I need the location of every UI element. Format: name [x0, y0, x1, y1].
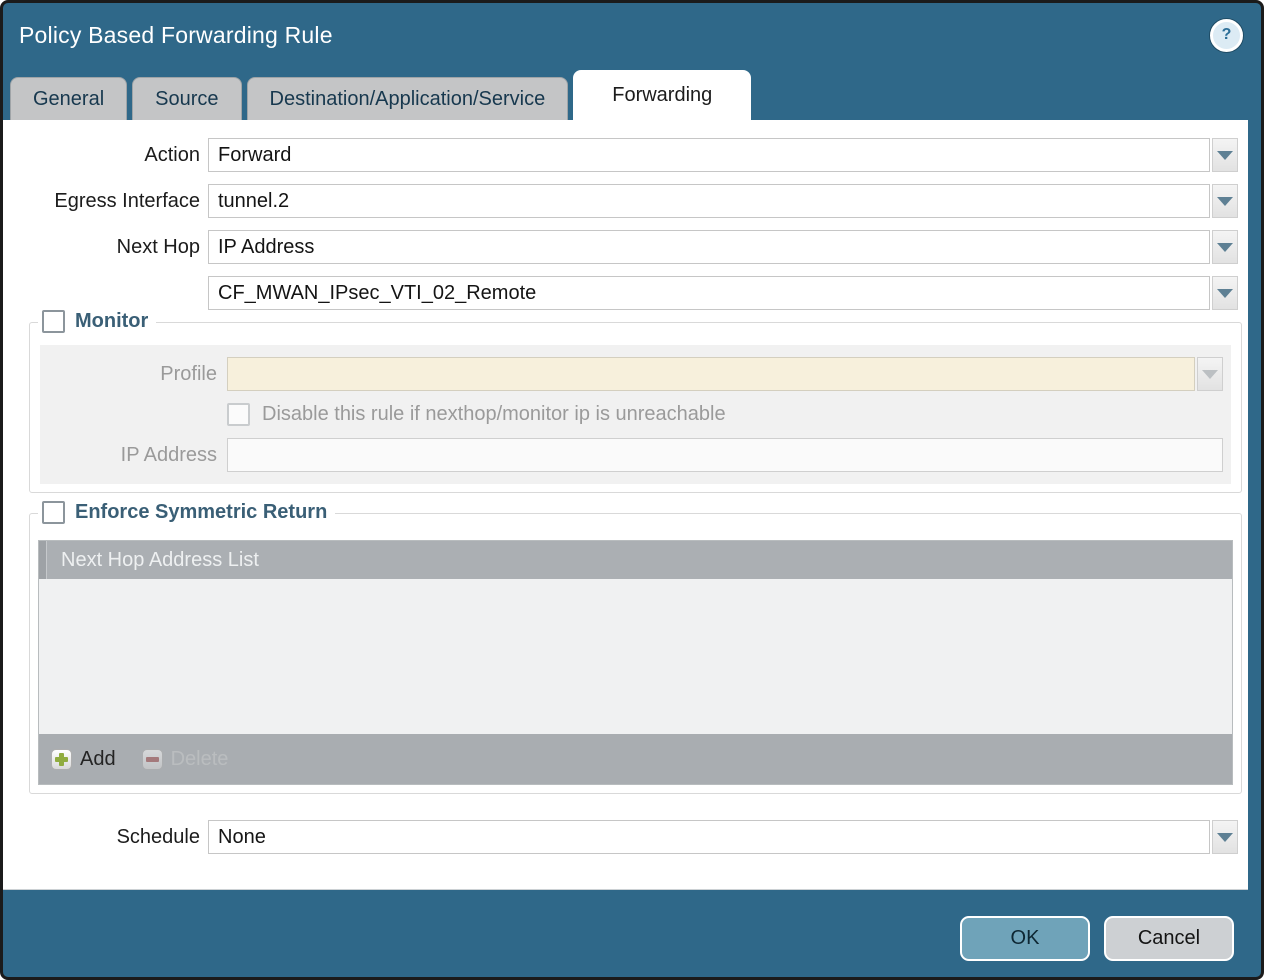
- action-combo: [208, 138, 1238, 172]
- schedule-input[interactable]: [208, 820, 1210, 854]
- next-hop-label: Next Hop: [3, 236, 200, 259]
- next-hop-address-list-toolbar: Add Delete: [39, 734, 1232, 784]
- minus-icon: [142, 749, 163, 770]
- profile-input: [227, 357, 1195, 391]
- ok-button[interactable]: OK: [960, 916, 1090, 961]
- forwarding-tab-panel: Action Egress Interface Next Hop: [3, 120, 1248, 890]
- egress-interface-input[interactable]: [208, 184, 1210, 218]
- tab-general[interactable]: General: [10, 77, 127, 120]
- egress-interface-dropdown-button[interactable]: [1212, 184, 1238, 218]
- action-dropdown-button[interactable]: [1212, 138, 1238, 172]
- schedule-combo: [208, 820, 1238, 854]
- chevron-down-icon: [1217, 289, 1233, 298]
- monitor-ip-address-input: [227, 438, 1223, 472]
- policy-based-forwarding-dialog: Policy Based Forwarding Rule ? General S…: [0, 0, 1264, 980]
- add-button-label: Add: [80, 748, 116, 771]
- next-hop-address-list-header-label: Next Hop Address List: [61, 549, 259, 572]
- enforce-symmetric-return-checkbox[interactable]: [42, 501, 65, 524]
- enforce-symmetric-return-legend: Enforce Symmetric Return: [38, 501, 335, 524]
- monitor-legend: Monitor: [38, 310, 156, 333]
- profile-combo: [227, 357, 1223, 391]
- tab-forwarding[interactable]: Forwarding: [573, 70, 751, 120]
- disable-rule-checkbox: [227, 403, 250, 426]
- schedule-label: Schedule: [3, 826, 200, 849]
- next-hop-combo: [208, 230, 1238, 264]
- profile-row: Profile: [40, 357, 1223, 391]
- egress-interface-combo: [208, 184, 1238, 218]
- tab-source[interactable]: Source: [132, 77, 241, 120]
- tab-destination-label: Destination/Application/Service: [270, 88, 546, 111]
- next-hop-row: Next Hop: [3, 230, 1238, 264]
- profile-label: Profile: [40, 363, 217, 386]
- monitor-checkbox[interactable]: [42, 310, 65, 333]
- chevron-down-icon: [1217, 151, 1233, 160]
- action-row: Action: [3, 138, 1238, 172]
- monitor-ip-address-label: IP Address: [40, 444, 217, 467]
- next-hop-address-row: [3, 276, 1238, 310]
- tab-source-label: Source: [155, 88, 218, 111]
- action-input[interactable]: [208, 138, 1210, 172]
- next-hop-address-dropdown-button[interactable]: [1212, 276, 1238, 310]
- enforce-symmetric-return-legend-label: Enforce Symmetric Return: [75, 501, 327, 524]
- cancel-button[interactable]: Cancel: [1104, 916, 1234, 961]
- tab-forwarding-label: Forwarding: [612, 84, 712, 107]
- monitor-ip-address-row: IP Address: [40, 438, 1223, 472]
- delete-button[interactable]: Delete: [142, 748, 229, 771]
- disable-rule-label: Disable this rule if nexthop/monitor ip …: [262, 403, 726, 426]
- monitor-fieldset: Monitor Profile Disable this rule if nex…: [29, 322, 1242, 493]
- next-hop-address-input[interactable]: [208, 276, 1210, 310]
- help-icon[interactable]: ?: [1210, 19, 1243, 52]
- profile-dropdown-button: [1197, 357, 1223, 391]
- table-header-strip: [39, 541, 47, 579]
- next-hop-address-combo: [208, 276, 1238, 310]
- dialog-title: Policy Based Forwarding Rule: [19, 22, 333, 49]
- dialog-footer: OK Cancel: [960, 916, 1234, 961]
- next-hop-type-input[interactable]: [208, 230, 1210, 264]
- next-hop-address-list-header: Next Hop Address List: [39, 541, 1232, 579]
- dialog-titlebar: Policy Based Forwarding Rule ?: [3, 3, 1261, 67]
- add-button[interactable]: Add: [51, 748, 116, 771]
- egress-interface-label: Egress Interface: [3, 190, 200, 213]
- next-hop-address-list-table: Next Hop Address List Add Delete: [38, 540, 1233, 785]
- chevron-down-icon: [1202, 370, 1218, 379]
- enforce-symmetric-return-fieldset: Enforce Symmetric Return Next Hop Addres…: [29, 513, 1242, 794]
- next-hop-address-list-body[interactable]: [39, 579, 1232, 734]
- tab-general-label: General: [33, 88, 104, 111]
- delete-button-label: Delete: [171, 748, 229, 771]
- schedule-row: Schedule: [3, 820, 1238, 854]
- next-hop-dropdown-button[interactable]: [1212, 230, 1238, 264]
- schedule-dropdown-button[interactable]: [1212, 820, 1238, 854]
- monitor-legend-label: Monitor: [75, 310, 148, 333]
- chevron-down-icon: [1217, 197, 1233, 206]
- monitor-panel: Profile Disable this rule if nexthop/mon…: [40, 345, 1231, 484]
- disable-rule-row: Disable this rule if nexthop/monitor ip …: [227, 403, 1223, 426]
- tab-bar: General Source Destination/Application/S…: [10, 70, 751, 120]
- plus-icon: [51, 749, 72, 770]
- action-label: Action: [3, 144, 200, 167]
- chevron-down-icon: [1217, 243, 1233, 252]
- chevron-down-icon: [1217, 833, 1233, 842]
- egress-interface-row: Egress Interface: [3, 184, 1238, 218]
- tab-destination-application-service[interactable]: Destination/Application/Service: [247, 77, 569, 120]
